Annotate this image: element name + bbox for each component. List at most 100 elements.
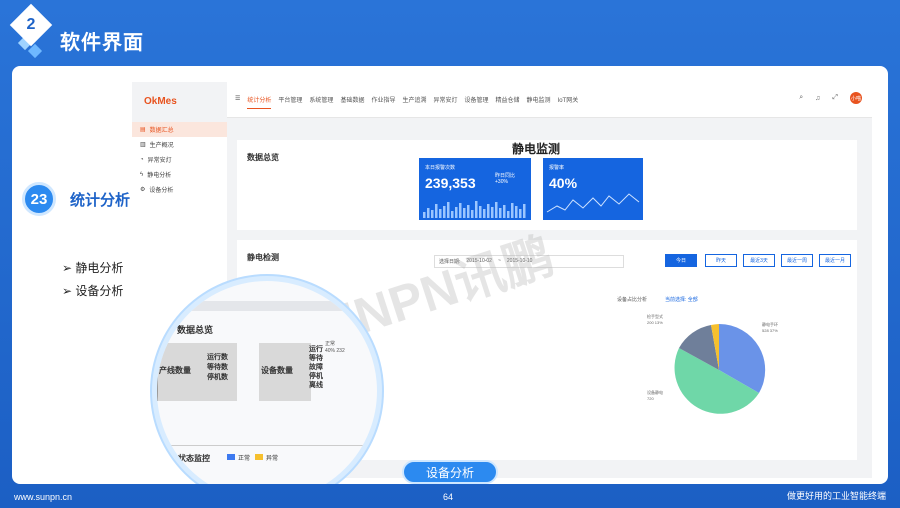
sidebar-item-production[interactable]: ▥ 生产概况 (132, 137, 227, 152)
spark-bar (491, 207, 494, 218)
zoom-col: 运行数 等待数 停机数 (207, 354, 228, 381)
spark-bar (459, 203, 462, 218)
lastweek-button[interactable]: 最近一周 (781, 254, 813, 267)
pie-label: 检手型式 200 13% (647, 314, 663, 325)
kpi-card-rate: 报警率 40% (543, 158, 643, 220)
zoom-col: 产线数量 (159, 366, 191, 375)
spark-bar (431, 210, 434, 218)
spark-bar (507, 211, 510, 218)
spark-bar (451, 211, 454, 218)
spark-bar (447, 202, 450, 218)
spark-bar (503, 205, 506, 218)
sparkbars (423, 201, 526, 218)
magnifier-zoom: 数据总览 产线数量 运行数 等待数 停机数 设备数量 运行 等待 故障 停机 离线 正常 40… (152, 276, 382, 484)
app-logo: OkMes (144, 96, 177, 107)
zoom-col: 设备数量 (261, 366, 293, 375)
menu-icon[interactable]: ☰ (235, 95, 240, 109)
nav-item[interactable]: 精益仓储 (496, 95, 520, 109)
nav-item[interactable]: 统计分析 (247, 95, 272, 109)
spark-bar (499, 208, 502, 218)
nav-item[interactable]: 系统管理 (309, 95, 333, 109)
feature-label: 统计分析 (70, 192, 131, 209)
bell-icon[interactable]: ♫ (815, 95, 820, 102)
spark-bar (455, 207, 458, 218)
factory-icon: ▥ (140, 142, 146, 148)
yesterday-button[interactable]: 昨天 (705, 254, 737, 267)
kpi-card-alarms: 本日报警次数 239,353 昨日同比 +30% (419, 158, 531, 220)
lastmonth-button[interactable]: 最近一月 (819, 254, 851, 267)
spark-bar (463, 208, 466, 218)
nav-item[interactable]: 生产追溯 (402, 95, 426, 109)
spark-bar (523, 204, 526, 218)
nav-item[interactable]: 异常安灯 (433, 95, 457, 109)
nav-item[interactable]: 基础数据 (340, 95, 364, 109)
nav-item[interactable]: 作业指导 (371, 95, 395, 109)
footer-slogan: 做更好用的工业智能终端 (786, 491, 886, 501)
sidebar-item-summary[interactable]: ▤ 数据汇总 (132, 122, 227, 137)
pie-title: 设备占比分析 (617, 297, 648, 303)
panel-title: 数据总览 (247, 153, 279, 162)
nav-item[interactable]: 设备管理 (465, 95, 489, 109)
spark-bar (487, 204, 490, 218)
avatar[interactable]: 小喵 (850, 92, 862, 104)
nav-item[interactable]: IoT网关 (558, 95, 579, 109)
overview-panel: 数据总览 静电监测 本日报警次数 239,353 昨日同比 +30% 报警率 40… (237, 140, 857, 230)
page-number: 64 (443, 492, 454, 502)
kpi-label: 报警率 (549, 165, 565, 171)
nav-item[interactable]: 平台管理 (278, 95, 302, 109)
sidebar-item-andon[interactable]: ◔ 异常安灯 (132, 152, 227, 167)
section-number: 2 (26, 16, 36, 33)
spark-bar (495, 202, 498, 218)
footer-website: www.sunpn.cn (14, 492, 73, 502)
zoom-legend: 正常 40% 232 (325, 341, 345, 354)
content-card: 23 统计分析 ➢ 静电分析 ➢ 设备分析 OkMes ▤ 数据汇总 ▥ 生产概况 … (12, 66, 888, 484)
spark-bar (475, 201, 478, 218)
gear-icon: ⚙ (140, 187, 146, 193)
spark-bar (439, 209, 442, 218)
kpi-value: 239,353 (425, 175, 476, 191)
zoom-status-title: 设备状态监控 (162, 454, 210, 463)
spark-bar (423, 212, 426, 218)
spark-bar (435, 204, 438, 218)
kpi-sub: 昨日同比 +30% (495, 173, 516, 185)
nav-item[interactable]: 静电监测 (527, 95, 551, 109)
pie-chart (674, 323, 766, 414)
bullet-item: ➢ 静电分析 (62, 261, 124, 275)
sidebar-item-equipment[interactable]: ⚙ 设备分析 (132, 182, 227, 197)
top-icons: ⌕ ♫ ⤢ 小喵 (799, 92, 862, 104)
pie-label: 设备静电 720 (647, 390, 663, 401)
bullet-item: ➢ 设备分析 (62, 284, 124, 298)
spark-bar (515, 206, 518, 218)
slide-title: 软件界面 (60, 32, 144, 54)
spark-bar (471, 210, 474, 218)
zoom-col: 运行 等待 故障 停机 离线 (309, 346, 323, 389)
pie-filter[interactable]: 当前选择: 全部 (665, 296, 698, 303)
spark-bar (479, 206, 482, 218)
chart-icon: ▤ (140, 127, 146, 133)
last3days-button[interactable]: 最近3天 (743, 254, 775, 267)
panel-title: 静电检测 (247, 253, 279, 262)
sidebar-item-static[interactable]: ϟ 静电分析 (132, 167, 227, 182)
nav-menu: ☰ 统计分析 平台管理 系统管理 基础数据 作业指导 生产追溯 异常安灯 设备管… (235, 95, 578, 109)
bolt-icon: ϟ (140, 171, 144, 178)
fullscreen-icon[interactable]: ⤢ (832, 94, 838, 102)
today-button[interactable]: 今日 (665, 254, 697, 267)
sparkline (546, 193, 640, 213)
spark-bar (519, 209, 522, 218)
top-navbar: ☰ 统计分析 平台管理 系统管理 基础数据 作业指导 生产追溯 异常安灯 设备管… (227, 82, 872, 118)
spark-bar (443, 206, 446, 218)
kpi-value: 40% (549, 175, 578, 191)
feature-bullets: ➢ 静电分析 ➢ 设备分析 (62, 259, 123, 305)
spark-bar (511, 203, 514, 218)
spark-bar (467, 205, 470, 218)
zoom-title: 数据总览 (177, 325, 214, 335)
device-analysis-pill: 设备分析 (402, 460, 498, 484)
spark-bar (427, 208, 430, 218)
zoom-status-legend: 正常 异常 (227, 453, 278, 462)
kpi-label: 本日报警次数 (425, 165, 456, 171)
feature-number: 23 (22, 182, 56, 216)
page-title: 静电监测 (512, 142, 561, 156)
search-icon[interactable]: ⌕ (799, 94, 803, 102)
spark-bar (483, 209, 486, 218)
bell-icon: ◔ (140, 156, 144, 163)
